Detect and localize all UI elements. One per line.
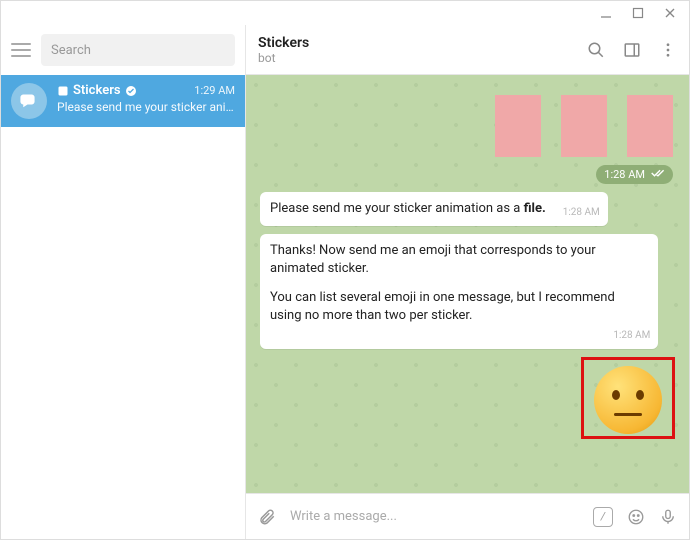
chat-name-text: Stickers <box>73 83 121 98</box>
incoming-message[interactable]: Please send me your sticker animation as… <box>260 192 608 226</box>
incoming-message[interactable]: Thanks! Now send me an emoji that corres… <box>260 234 658 349</box>
emoji-icon[interactable] <box>627 508 645 526</box>
message-time: 1:28 AM <box>613 329 650 343</box>
message-time: 1:28 AM <box>563 206 600 220</box>
timestamp-text: 1:28 AM <box>604 168 645 181</box>
app-window: Search Stickers 1:29 AM P <box>0 0 690 540</box>
messages-area[interactable]: 1:28 AM Please send me your sticker anim… <box>246 75 689 493</box>
search-placeholder: Search <box>51 43 91 58</box>
sent-timestamp: 1:28 AM <box>596 165 673 184</box>
chat-header: Stickers bot <box>246 25 689 75</box>
chat-subtitle: bot <box>258 51 309 65</box>
command-icon[interactable]: / <box>593 507 613 527</box>
close-icon[interactable] <box>663 6 677 20</box>
sent-emoji-highlight <box>581 357 675 439</box>
chat-time: 1:29 AM <box>194 84 235 97</box>
more-icon[interactable] <box>659 41 677 59</box>
verified-icon <box>125 85 137 97</box>
app-body: Search Stickers 1:29 AM P <box>1 25 689 539</box>
sticker-thumb[interactable] <box>627 95 673 157</box>
neutral-face-emoji[interactable] <box>594 366 662 434</box>
input-placeholder: Write a message... <box>290 509 397 524</box>
chat-title[interactable]: Stickers <box>258 35 309 51</box>
sidepanel-icon[interactable] <box>623 41 641 59</box>
attach-icon[interactable] <box>258 508 276 526</box>
avatar <box>11 83 47 119</box>
maximize-icon[interactable] <box>631 6 645 20</box>
chat-item-body: Stickers 1:29 AM Please send me your sti… <box>57 83 235 114</box>
sent-stickers <box>260 89 675 157</box>
sidebar: Search Stickers 1:29 AM P <box>1 25 246 539</box>
chat-name: Stickers <box>57 83 137 98</box>
message-text: Please send me your sticker animation as… <box>270 201 546 216</box>
search-input[interactable]: Search <box>41 34 235 66</box>
message-input[interactable]: Write a message... <box>290 509 579 524</box>
menu-icon[interactable] <box>11 43 31 57</box>
sticker-thumb[interactable] <box>495 95 541 157</box>
read-ticks-icon <box>651 168 665 181</box>
main-panel: Stickers bot <box>246 25 689 539</box>
sticker-icon <box>57 85 69 97</box>
sidebar-top: Search <box>1 25 245 75</box>
message-composer: Write a message... / <box>246 493 689 539</box>
chat-preview: Please send me your sticker anim... <box>57 100 235 114</box>
search-icon[interactable] <box>587 41 605 59</box>
chat-list-item[interactable]: Stickers 1:29 AM Please send me your sti… <box>1 75 245 127</box>
message-text: Thanks! Now send me an emoji that corres… <box>270 242 648 278</box>
minimize-icon[interactable] <box>599 6 613 20</box>
microphone-icon[interactable] <box>659 508 677 526</box>
message-text: You can list several emoji in one messag… <box>270 289 648 325</box>
sticker-thumb[interactable] <box>561 95 607 157</box>
window-titlebar <box>1 1 689 25</box>
